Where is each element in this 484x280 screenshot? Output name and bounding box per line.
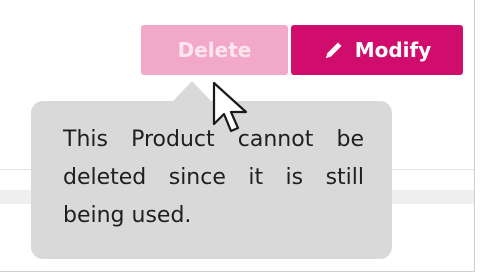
pencil-icon <box>323 39 345 61</box>
mouse-pointer-icon <box>212 81 248 133</box>
tooltip-arrow <box>172 81 212 102</box>
modify-button-label: Modify <box>354 38 432 62</box>
tooltip-message: This Product cannot be deleted since it … <box>63 127 364 228</box>
modify-button[interactable]: Modify <box>291 25 463 75</box>
delete-button[interactable]: Delete <box>141 25 288 75</box>
